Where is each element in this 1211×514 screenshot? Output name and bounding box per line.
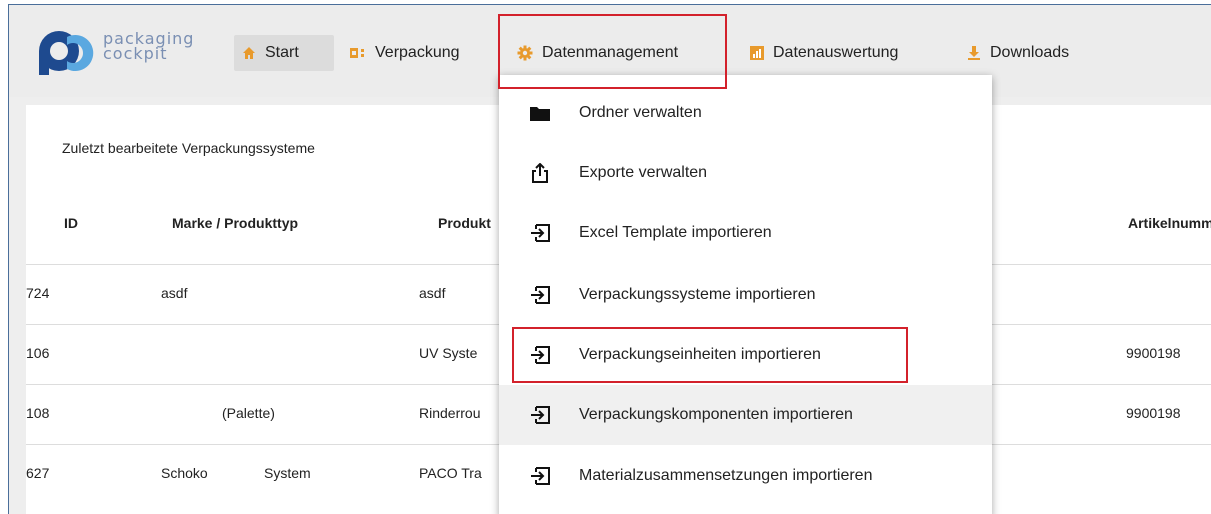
menu-item-label: Verpackungseinheiten importieren: [579, 346, 821, 363]
nav-verpackung-label: Verpackung: [375, 44, 460, 61]
cell-id: 724: [26, 285, 50, 301]
import-icon: [527, 406, 553, 424]
nav-downloads-label: Downloads: [990, 44, 1070, 61]
menu-item-label: Verpackungskomponenten importieren: [579, 406, 853, 423]
import-icon: [527, 346, 553, 364]
cell-artikel: 9900198: [1126, 345, 1181, 361]
cell-marke-part-2: System: [264, 465, 311, 481]
header-marke[interactable]: Marke / Produkttyp: [172, 215, 298, 231]
menu-item-label: Materialzusammensetzungen importieren: [579, 467, 873, 484]
export-icon: [527, 163, 553, 183]
cell-marke-part-1: Schoko: [161, 465, 208, 481]
packaging-cockpit-logo[interactable]: packaging cockpit: [37, 27, 219, 77]
header-artikelnummer[interactable]: Artikelnumm: [1128, 215, 1211, 231]
app-frame: packaging cockpit Start Verpackung Daten…: [8, 4, 1211, 514]
import-icon: [527, 224, 553, 242]
gear-icon: [517, 45, 533, 61]
cell-produkt: Rinderrou: [419, 405, 481, 421]
menu-item-materialzusammensetzungen-importieren[interactable]: Materialzusammensetzungen importieren: [499, 446, 992, 506]
header-id[interactable]: ID: [64, 215, 78, 231]
cell-id: 106: [26, 345, 50, 361]
cell-produkt: asdf: [419, 285, 446, 301]
menu-item-verpackungssysteme-importieren[interactable]: Verpackungssysteme importieren: [499, 265, 992, 325]
menu-item-exporte-verwalten[interactable]: Exporte verwalten: [499, 143, 992, 203]
cell-artikel: 9900198: [1126, 405, 1181, 421]
import-icon: [527, 286, 553, 304]
menu-item-label: Ordner verwalten: [579, 104, 702, 121]
grid-icon: [350, 47, 366, 59]
menu-item-label: Verpackungssysteme importieren: [579, 286, 816, 303]
nav-datenmanagement[interactable]: Datenmanagement: [509, 35, 729, 71]
nav-datenauswertung[interactable]: Datenauswertung: [742, 35, 942, 71]
card-title: Zuletzt bearbeitete Verpackungssysteme: [62, 140, 315, 156]
nav-start-label: Start: [265, 44, 299, 61]
logo-mark-icon: [39, 31, 94, 75]
datenmanagement-dropdown-menu: Ordner verwalten Exporte verwalten Excel…: [499, 75, 992, 514]
home-icon: [242, 46, 256, 60]
nav-start[interactable]: Start: [234, 35, 334, 71]
cell-id: 108: [26, 405, 50, 421]
nav-datenauswertung-label: Datenauswertung: [773, 44, 899, 61]
download-icon: [967, 46, 981, 60]
menu-item-excel-template-importieren[interactable]: Excel Template importieren: [499, 203, 992, 263]
menu-item-verpackungskomponenten-importieren[interactable]: Verpackungskomponenten importieren: [499, 385, 992, 445]
folder-icon: [527, 105, 553, 121]
nav-verpackung[interactable]: Verpackung: [342, 35, 492, 71]
import-icon: [527, 467, 553, 485]
menu-item-label: Exporte verwalten: [579, 164, 708, 181]
cell-produkt: PACO Tra: [419, 465, 482, 481]
nav-datenmanagement-label: Datenmanagement: [542, 44, 679, 61]
cell-marke: asdf: [161, 285, 188, 301]
logo-line-2: cockpit: [103, 44, 168, 63]
chart-icon: [750, 46, 764, 60]
cell-marke: (Palette): [222, 405, 275, 421]
cell-produkt: UV Syste: [419, 345, 478, 361]
cell-id: 627: [26, 465, 50, 481]
logo-text: packaging cockpit: [103, 31, 194, 63]
menu-item-ordner-verwalten[interactable]: Ordner verwalten: [499, 83, 992, 143]
header-produkt[interactable]: Produkt: [438, 215, 491, 231]
nav-downloads[interactable]: Downloads: [959, 35, 1119, 71]
menu-item-label: Excel Template importieren: [579, 224, 772, 241]
menu-item-verpackungseinheiten-importieren[interactable]: Verpackungseinheiten importieren: [499, 325, 992, 385]
